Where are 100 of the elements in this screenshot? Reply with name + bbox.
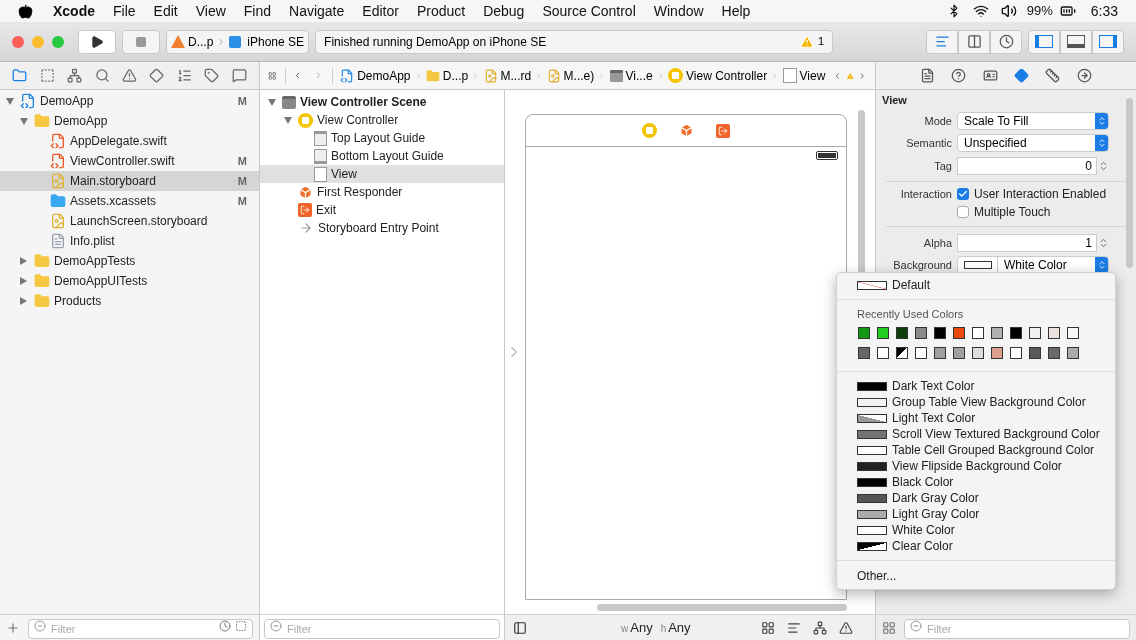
disclosure-triangle-icon[interactable] [20, 297, 27, 305]
menu-item[interactable]: Other... [837, 567, 1115, 585]
color-swatch[interactable] [857, 493, 887, 503]
menu-item[interactable]: View [195, 0, 226, 22]
color-swatch[interactable] [857, 397, 887, 407]
file-row[interactable]: ViewController.swift M [0, 151, 259, 171]
menu-item[interactable]: Clear Color [837, 538, 1115, 554]
color-swatch[interactable] [858, 347, 870, 359]
menu-item[interactable]: Default [837, 277, 1115, 293]
size-class-control[interactable]: wAny hAny [621, 617, 691, 638]
wifi-icon[interactable] [972, 3, 989, 19]
jump-bar-item[interactable]: D...p [425, 66, 469, 85]
jump-bar-item[interactable]: View [782, 66, 826, 85]
outline-row[interactable]: Storyboard Entry Point [260, 219, 504, 237]
navigator-tab[interactable] [94, 68, 110, 83]
clock[interactable]: 6:33 [1090, 0, 1118, 22]
menu-item[interactable]: White Color [837, 522, 1115, 538]
navigator-tab[interactable] [176, 68, 192, 83]
file-row[interactable]: Products [0, 291, 259, 311]
jump-bar-item[interactable]: Vi...e [609, 66, 653, 85]
color-swatch[interactable] [953, 347, 965, 359]
cube-icon[interactable] [679, 123, 694, 138]
panel-toggle-button[interactable] [1060, 29, 1092, 54]
color-swatch[interactable] [953, 327, 965, 339]
file-row[interactable]: DemoAppUITests [0, 271, 259, 291]
color-swatch[interactable] [1048, 347, 1060, 359]
disclosure-triangle-icon[interactable] [20, 277, 27, 285]
color-swatch[interactable] [877, 347, 889, 359]
navigator-tab[interactable] [39, 68, 55, 83]
scheme-selector[interactable]: D...p iPhone SE [166, 29, 310, 54]
outline-row[interactable]: Bottom Layout Guide [260, 147, 504, 165]
close-window-button[interactable] [12, 35, 24, 48]
panel-toggle-button[interactable] [1028, 29, 1060, 54]
inspector-scrollbar[interactable] [1126, 98, 1133, 268]
menu-item[interactable]: Navigate [289, 0, 345, 22]
file-row[interactable]: DemoAppTests [0, 251, 259, 271]
color-swatch[interactable] [1067, 347, 1079, 359]
menu-item[interactable]: Table Cell Grouped Background Color [837, 442, 1115, 458]
menu-title[interactable]: Xcode [53, 0, 95, 22]
outline-row[interactable]: View Controller Scene [260, 93, 504, 111]
menu-item[interactable]: Source Control [542, 0, 636, 22]
inspector-tab[interactable] [1045, 68, 1061, 83]
color-swatch[interactable] [857, 509, 887, 519]
panel-toggle-button[interactable] [1092, 29, 1124, 54]
disclosure-triangle-icon[interactable] [284, 116, 292, 124]
align-icon[interactable] [786, 620, 801, 635]
alpha-field[interactable]: 1 [957, 234, 1097, 252]
color-swatch[interactable] [1010, 327, 1022, 339]
color-swatch[interactable] [857, 381, 887, 391]
horizontal-scrollbar[interactable] [597, 604, 847, 611]
file-row[interactable]: Assets.xcassets M [0, 191, 259, 211]
menu-item[interactable]: File [113, 0, 136, 22]
menu-item[interactable]: Group Table View Background Color [837, 394, 1115, 410]
file-row[interactable]: DemoApp [0, 111, 259, 131]
color-swatch[interactable] [915, 347, 927, 359]
jump-bar-item[interactable]: DemoApp [340, 66, 411, 85]
grid-icon[interactable] [882, 620, 896, 635]
outline-toggle-icon[interactable] [513, 620, 527, 635]
menu-item[interactable]: View Flipside Background Color [837, 458, 1115, 474]
tag-field[interactable]: 0 [957, 157, 1097, 175]
color-swatch[interactable] [857, 477, 887, 487]
editor-mode-button[interactable] [958, 29, 990, 54]
navigator-tab[interactable] [67, 68, 83, 83]
menu-item[interactable]: Find [243, 0, 272, 22]
inspector-tab[interactable] [1076, 68, 1092, 83]
filter-field[interactable]: Filter [264, 618, 500, 639]
volume-icon[interactable] [1000, 3, 1017, 19]
disclosure-triangle-icon[interactable] [20, 117, 28, 125]
scm-filter-icon[interactable] [235, 619, 247, 632]
color-swatch[interactable] [1048, 327, 1060, 339]
inspector-tab[interactable] [920, 68, 936, 83]
popup-button[interactable]: Unspecified [957, 134, 1109, 152]
disclosure-triangle-icon[interactable] [20, 257, 27, 265]
menu-item[interactable]: Debug [483, 0, 525, 22]
outline-row[interactable]: Exit [260, 201, 504, 219]
stop-button[interactable] [122, 29, 160, 54]
color-swatch[interactable] [1067, 327, 1079, 339]
file-row[interactable]: AppDelegate.swift [0, 131, 259, 151]
navigator-tab[interactable] [121, 68, 137, 83]
color-swatch[interactable] [1010, 347, 1022, 359]
editor-mode-button[interactable] [926, 29, 958, 54]
inspector-tab[interactable] [951, 68, 967, 83]
color-swatch[interactable] [915, 327, 927, 339]
filter-field[interactable]: Filter [28, 618, 253, 639]
file-row[interactable]: DemoApp M [0, 91, 259, 111]
menu-item[interactable]: Dark Gray Color [837, 490, 1115, 506]
color-swatch[interactable] [857, 429, 887, 439]
file-row[interactable]: LaunchScreen.storyboard [0, 211, 259, 231]
menu-item[interactable]: Light Text Color [837, 410, 1115, 426]
menu-item[interactable]: Window [653, 0, 704, 22]
menu-item[interactable]: Editor [362, 0, 399, 22]
stepper-icon[interactable] [1098, 236, 1109, 250]
navigator-tab[interactable] [231, 68, 247, 83]
navigator-tab[interactable] [204, 68, 220, 83]
inspector-tab[interactable] [1014, 68, 1030, 83]
resolve-issues-icon[interactable] [838, 620, 853, 635]
navigator-tab[interactable] [12, 68, 28, 83]
color-swatch[interactable] [858, 327, 870, 339]
checkbox[interactable] [957, 188, 969, 200]
disclosure-triangle-icon[interactable] [6, 97, 14, 105]
